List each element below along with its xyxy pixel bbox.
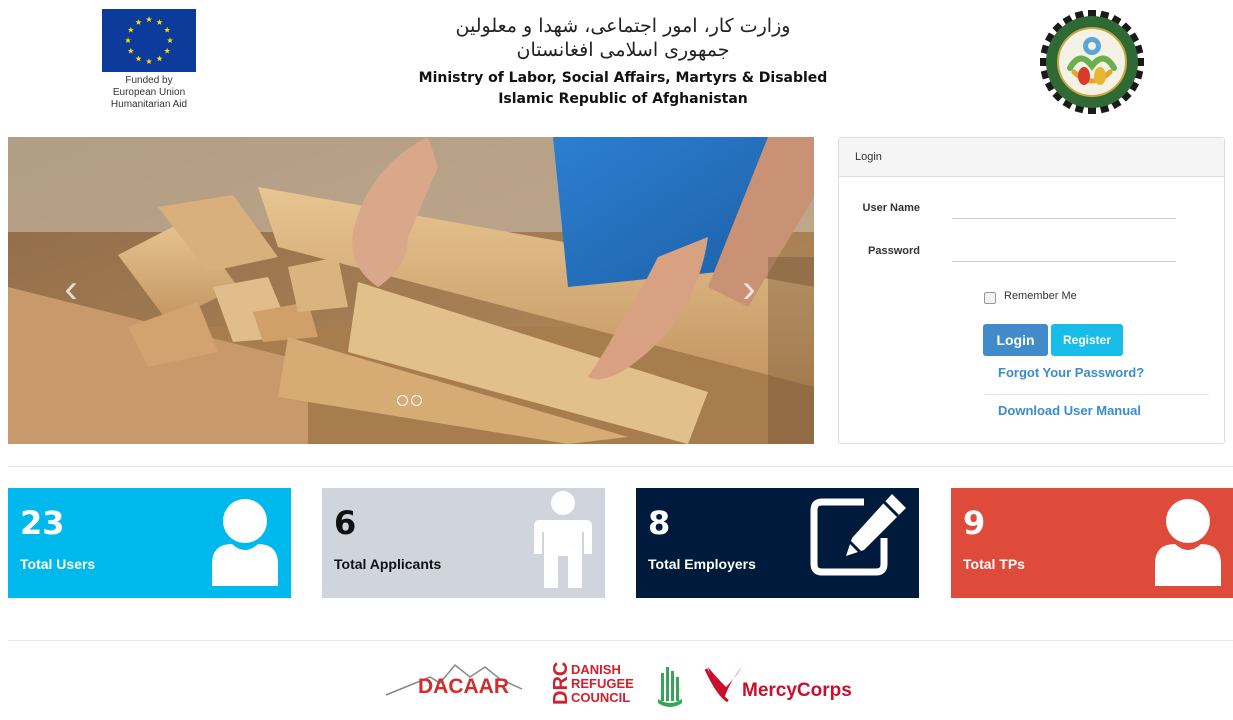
- eu-caption-line: Humanitarian Aid: [110, 99, 188, 110]
- eu-funding-caption: Funded by European Union Humanitarian Ai…: [90, 75, 208, 111]
- stat-tile-total-applicants[interactable]: 6 Total Applicants: [322, 488, 605, 598]
- drc-logo: DRC DANISH REFUGEE COUNCIL: [550, 662, 634, 705]
- ministry-title-dari-line2: جمهوری اسلامی افغانستان: [516, 39, 730, 61]
- carousel-indicator-dot[interactable]: [411, 395, 422, 406]
- password-input[interactable]: [952, 240, 1176, 262]
- password-label: Password: [868, 245, 920, 257]
- remember-me-checkbox[interactable]: [984, 292, 996, 304]
- section-divider: [8, 640, 1233, 641]
- eu-flag-logo: [102, 9, 196, 72]
- ministry-title-english-line1: Ministry of Labor, Social Affairs, Marty…: [418, 70, 828, 86]
- eu-caption-line: Funded by: [125, 75, 173, 86]
- hero-carousel[interactable]: ‹ ›: [8, 137, 814, 444]
- forgot-password-link[interactable]: Forgot Your Password?: [998, 365, 1144, 380]
- remember-me-label: Remember Me: [1004, 290, 1077, 302]
- mercycorps-logo: MercyCorps: [704, 667, 852, 703]
- remember-me[interactable]: Remember Me: [984, 290, 1077, 304]
- stat-tile-total-tps[interactable]: 9 Total TPs: [951, 488, 1233, 598]
- login-button[interactable]: Login: [983, 324, 1048, 356]
- login-panel-heading: Login: [839, 138, 1224, 177]
- drc-logo-line: COUNCIL: [571, 690, 630, 705]
- carousel-indicators: [397, 395, 422, 407]
- username-label: User Name: [862, 202, 920, 214]
- partner-logos: DACAAR DRC DANISH REFUGEE COUNCIL MercyC…: [0, 655, 1233, 715]
- dacaar-logo-text: DACAAR: [418, 675, 509, 698]
- eu-caption-line: European Union: [112, 87, 186, 98]
- dacaar-logo: DACAAR: [385, 663, 523, 698]
- stat-count: 6: [334, 504, 357, 542]
- mercycorps-logo-text: MercyCorps: [742, 680, 852, 701]
- drc-logo-line: DANISH: [571, 662, 621, 677]
- person-standing-icon: [534, 491, 592, 588]
- drc-logo-mark: DRC: [550, 662, 572, 705]
- edit-icon: [810, 494, 906, 576]
- stat-label: Total Users: [20, 556, 96, 572]
- stat-tile-total-employers[interactable]: 8 Total Employers: [636, 488, 919, 598]
- user-icon: [1155, 499, 1221, 586]
- download-user-manual-link[interactable]: Download User Manual: [998, 403, 1141, 418]
- carousel-prev-button[interactable]: ‹: [56, 269, 86, 311]
- partner-emblem-logo: [658, 667, 682, 707]
- ministry-title-dari-line1: وزارت کار، امور اجتماعی، شهدا و معلولین: [455, 15, 791, 37]
- carousel-indicator-dot[interactable]: [397, 395, 408, 406]
- drc-logo-line: REFUGEE: [571, 676, 634, 691]
- carousel-next-button[interactable]: ›: [734, 269, 764, 311]
- page-header: Funded by European Union Humanitarian Ai…: [0, 0, 1233, 125]
- ministry-seal-logo: [1040, 10, 1144, 114]
- stat-count: 8: [648, 504, 671, 542]
- ministry-title-english-line2: Islamic Republic of Afghanistan: [498, 91, 748, 107]
- stat-count: 23: [20, 504, 65, 542]
- stat-tile-total-users[interactable]: 23 Total Users: [8, 488, 291, 598]
- stat-label: Total Applicants: [334, 556, 442, 572]
- login-panel: Login User Name Password Remember Me Log…: [838, 137, 1225, 444]
- ministry-title: وزارت کار، امور اجتماعی، شهدا و معلولین …: [380, 14, 866, 110]
- link-divider: [984, 394, 1209, 395]
- username-input[interactable]: [952, 197, 1176, 219]
- user-icon: [212, 499, 278, 586]
- section-divider: [8, 466, 1233, 467]
- stat-count: 9: [963, 504, 986, 542]
- register-button[interactable]: Register: [1051, 324, 1123, 356]
- stat-label: Total Employers: [648, 556, 756, 572]
- stat-label: Total TPs: [963, 556, 1025, 572]
